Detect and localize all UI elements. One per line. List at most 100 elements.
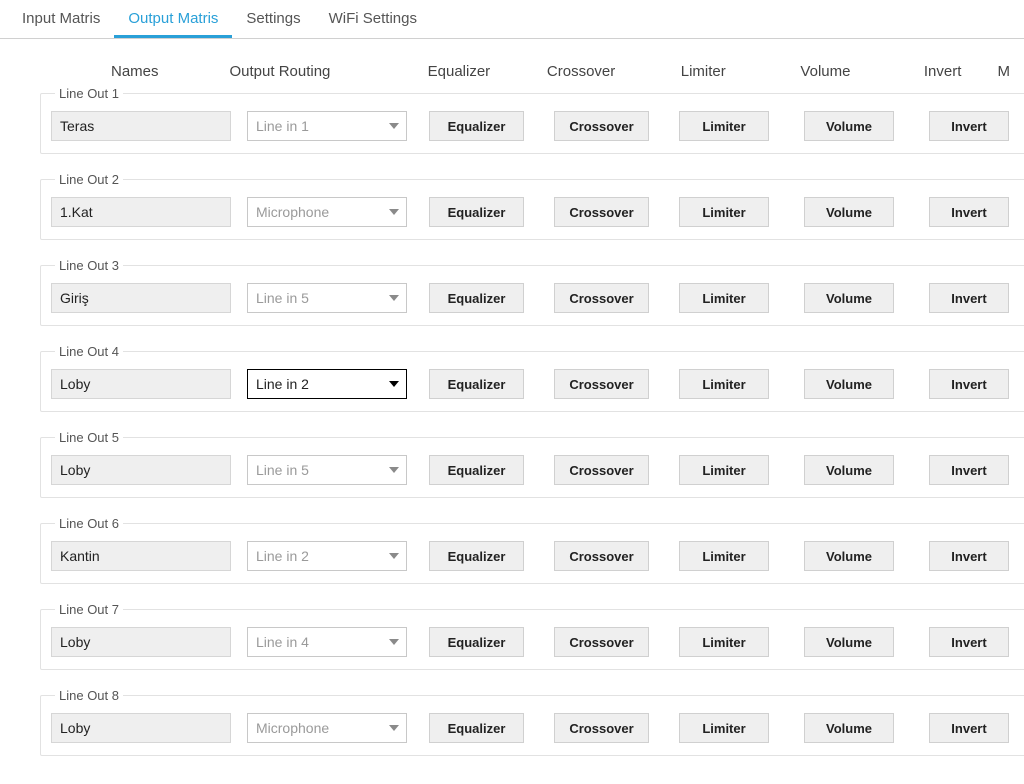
output-routing-value: Line in 4 [256, 634, 309, 650]
limiter-button[interactable]: Limiter [679, 369, 769, 399]
crossover-button[interactable]: Crossover [554, 541, 649, 571]
chevron-down-icon [388, 380, 400, 388]
output-routing-dropdown[interactable]: Line in 5 [247, 283, 407, 313]
chevron-down-icon [388, 208, 400, 216]
invert-button[interactable]: Invert [929, 197, 1009, 227]
line-out-legend: Line Out 2 [55, 172, 123, 187]
chevron-down-icon [388, 552, 400, 560]
output-routing-dropdown[interactable]: Line in 5 [247, 455, 407, 485]
output-routing-dropdown[interactable]: Microphone [247, 197, 407, 227]
output-routing-dropdown[interactable]: Line in 2 [247, 369, 407, 399]
equalizer-button[interactable]: Equalizer [429, 197, 524, 227]
header-limiter: Limiter [643, 63, 763, 80]
header-routing: Output Routing [230, 63, 400, 80]
output-routing-value: Line in 5 [256, 462, 309, 478]
output-routing-value: Line in 2 [256, 548, 309, 564]
tab-wifi-settings[interactable]: WiFi Settings [315, 0, 431, 38]
crossover-button[interactable]: Crossover [554, 283, 649, 313]
chevron-down-icon [388, 724, 400, 732]
output-routing-value: Line in 2 [256, 376, 309, 392]
volume-button[interactable]: Volume [804, 111, 894, 141]
output-name-input[interactable] [51, 369, 231, 399]
line-out-group: Line Out 7 Line in 4 Equalizer Crossover Lim… [40, 602, 1024, 670]
equalizer-button[interactable]: Equalizer [429, 455, 524, 485]
limiter-button[interactable]: Limiter [679, 455, 769, 485]
crossover-button[interactable]: Crossover [554, 627, 649, 657]
output-routing-dropdown[interactable]: Microphone [247, 713, 407, 743]
output-name-input[interactable] [51, 111, 231, 141]
line-out-legend: Line Out 6 [55, 516, 123, 531]
equalizer-button[interactable]: Equalizer [429, 713, 524, 743]
equalizer-button[interactable]: Equalizer [429, 369, 524, 399]
output-routing-dropdown[interactable]: Line in 1 [247, 111, 407, 141]
output-routing-value: Microphone [256, 204, 329, 220]
invert-button[interactable]: Invert [929, 627, 1009, 657]
output-routing-dropdown[interactable]: Line in 4 [247, 627, 407, 657]
output-routing-value: Line in 5 [256, 290, 309, 306]
output-name-input[interactable] [51, 541, 231, 571]
line-out-group: Line Out 1Line in 1EqualizerCrossoverLim… [40, 86, 1024, 154]
output-routing-value: Line in 1 [256, 118, 309, 134]
line-out-legend: Line Out 7 [55, 602, 123, 617]
crossover-button[interactable]: Crossover [554, 111, 649, 141]
output-name-input[interactable] [51, 455, 231, 485]
line-out-group: Line Out 4 Line in 2 Equalizer Crossover Lim… [40, 344, 1024, 412]
header-names: Names [40, 63, 230, 80]
output-name-input[interactable] [51, 197, 231, 227]
output-routing-value: Microphone [256, 720, 329, 736]
invert-button[interactable]: Invert [929, 369, 1009, 399]
crossover-button[interactable]: Crossover [554, 713, 649, 743]
equalizer-button[interactable]: Equalizer [429, 283, 524, 313]
invert-button[interactable]: Invert [929, 455, 1009, 485]
crossover-button[interactable]: Crossover [554, 197, 649, 227]
volume-button[interactable]: Volume [804, 283, 894, 313]
equalizer-button[interactable]: Equalizer [429, 627, 524, 657]
tab-settings[interactable]: Settings [232, 0, 314, 38]
line-out-group: Line Out 2 Microphone Equalizer Crossover Li… [40, 172, 1024, 240]
volume-button[interactable]: Volume [804, 627, 894, 657]
limiter-button[interactable]: Limiter [679, 111, 769, 141]
output-matrix-panel: Names Output Routing Equalizer Crossover… [0, 39, 1024, 784]
output-name-input[interactable] [51, 283, 231, 313]
header-crossover: Crossover [519, 63, 644, 80]
equalizer-button[interactable]: Equalizer [429, 541, 524, 571]
crossover-button[interactable]: Crossover [554, 369, 649, 399]
invert-button[interactable]: Invert [929, 713, 1009, 743]
volume-button[interactable]: Volume [804, 713, 894, 743]
header-equalizer: Equalizer [399, 63, 519, 80]
volume-button[interactable]: Volume [804, 541, 894, 571]
invert-button[interactable]: Invert [929, 541, 1009, 571]
line-out-group: Line Out 3 Line in 5 Equalizer Crossover Lim… [40, 258, 1024, 326]
tab-input-matris[interactable]: Input Matris [8, 0, 114, 38]
output-name-input[interactable] [51, 627, 231, 657]
limiter-button[interactable]: Limiter [679, 713, 769, 743]
volume-button[interactable]: Volume [804, 369, 894, 399]
line-out-legend: Line Out 8 [55, 688, 123, 703]
output-name-input[interactable] [51, 713, 231, 743]
volume-button[interactable]: Volume [804, 197, 894, 227]
header-invert: Invert [888, 63, 998, 80]
tab-output-matris[interactable]: Output Matris [114, 0, 232, 38]
column-headers: Names Output Routing Equalizer Crossover… [10, 63, 1014, 86]
tab-bar: Input MatrisOutput MatrisSettingsWiFi Se… [0, 0, 1024, 39]
header-m: M [998, 63, 1015, 80]
volume-button[interactable]: Volume [804, 455, 894, 485]
line-out-legend: Line Out 5 [55, 430, 123, 445]
header-volume: Volume [763, 63, 888, 80]
output-routing-dropdown[interactable]: Line in 2 [247, 541, 407, 571]
line-out-group: Line Out 6 Line in 2 Equalizer Crossover Lim… [40, 516, 1024, 584]
line-out-legend: Line Out 4 [55, 344, 123, 359]
limiter-button[interactable]: Limiter [679, 627, 769, 657]
equalizer-button[interactable]: Equalizer [429, 111, 524, 141]
crossover-button[interactable]: Crossover [554, 455, 649, 485]
invert-button[interactable]: Invert [929, 283, 1009, 313]
chevron-down-icon [388, 466, 400, 474]
limiter-button[interactable]: Limiter [679, 283, 769, 313]
limiter-button[interactable]: Limiter [679, 541, 769, 571]
line-out-group: Line Out 5 Line in 5 Equalizer Crossover Lim… [40, 430, 1024, 498]
invert-button[interactable]: Invert [929, 111, 1009, 141]
limiter-button[interactable]: Limiter [679, 197, 769, 227]
line-out-group: Line Out 8 Microphone Equalizer Crossover Li… [40, 688, 1024, 756]
chevron-down-icon [388, 638, 400, 646]
line-out-legend: Line Out 3 [55, 258, 123, 273]
